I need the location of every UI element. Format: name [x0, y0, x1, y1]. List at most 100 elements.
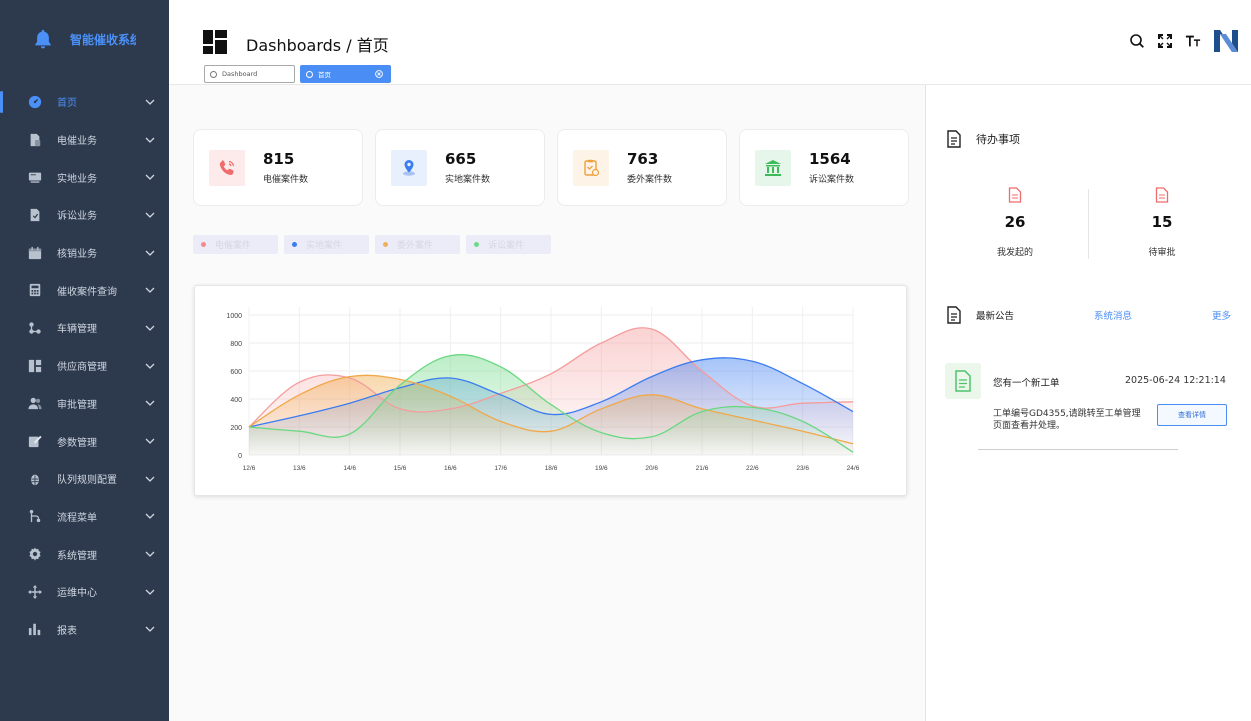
bar-chart-icon: [28, 622, 42, 636]
todo-item-pending-approval[interactable]: 15 待审批: [1092, 187, 1232, 258]
sidebar-item-writeoff-business[interactable]: 核销业务: [0, 234, 169, 272]
chevron-down-icon: [145, 513, 155, 520]
legend-item-phone[interactable]: 电催案件: [193, 235, 278, 254]
sidebar-item-queue-rules[interactable]: 队列规则配置: [0, 460, 169, 498]
stat-card-outsourced-cases[interactable]: 763 委外案件数: [557, 129, 727, 206]
phone-icon: [209, 150, 245, 186]
chevron-down-icon: [145, 212, 155, 218]
sidebar-item-approval-management[interactable]: 审批管理: [0, 385, 169, 423]
x-tick-label: 13/6: [293, 465, 306, 472]
chevron-down-icon: [145, 627, 155, 633]
stat-card-lawsuit-cases[interactable]: 1564 诉讼案件数: [739, 129, 909, 206]
y-tick-label: 800: [230, 341, 242, 348]
divider: [978, 449, 1178, 450]
bell-icon: [35, 29, 51, 49]
close-icon[interactable]: [375, 70, 383, 78]
sidebar-item-reports[interactable]: 报表: [0, 611, 169, 649]
stat-label: 诉讼案件数: [809, 175, 855, 185]
sidebar-item-case-query[interactable]: 催收案件查询: [0, 271, 169, 309]
sidebar: 智能催收系统 首页 电催业务 实地业务 诉讼业务 核销业务 催收案件查询 车辆管…: [0, 0, 169, 721]
x-tick-label: 12/6: [243, 465, 256, 472]
stat-value: 665: [445, 150, 477, 168]
x-tick-label: 15/6: [394, 465, 407, 472]
legend-dot: [201, 242, 206, 247]
tab-home[interactable]: 首页: [300, 65, 391, 83]
sidebar-item-ops-center[interactable]: 运维中心: [0, 573, 169, 611]
chevron-down-icon: [145, 287, 155, 294]
stat-card-phone-cases[interactable]: 815 电催案件数: [193, 129, 363, 206]
chevron-down-icon: [145, 551, 155, 558]
tab-bar: Dashboard 首页: [204, 65, 391, 83]
cases-trend-chart: 0 200 400 600 800 1000 12/6 13/6 14/6 15/6 16/6 17/…: [194, 285, 907, 496]
stat-label: 实地案件数: [445, 175, 491, 185]
tab-label: Dashboard: [222, 70, 258, 78]
page-title: Dashboards / 首页: [246, 36, 389, 55]
y-tick-label: 600: [230, 369, 242, 376]
sidebar-menu: 首页 电催业务 实地业务 诉讼业务 核销业务 催收案件查询 车辆管理 供应商管理…: [0, 83, 169, 648]
y-tick-label: 1000: [226, 313, 242, 320]
bug-icon: [28, 472, 42, 486]
system-messages-link[interactable]: 系统消息: [1094, 308, 1132, 322]
legend-item-outsourced[interactable]: 委外案件: [375, 235, 460, 254]
sidebar-item-process-menu[interactable]: 流程菜单: [0, 498, 169, 536]
sidebar-item-supplier-management[interactable]: 供应商管理: [0, 347, 169, 385]
sidebar-item-home[interactable]: 首页: [0, 83, 169, 121]
file-text-icon: [945, 363, 981, 399]
todo-label: 待审批: [1148, 248, 1176, 258]
legend-item-field[interactable]: 实地案件: [284, 235, 369, 254]
stat-cards: 815 电催案件数 665 实地案件数 763 委外案件数 1564 诉讼案件数: [193, 129, 909, 206]
legend-dot: [474, 242, 479, 247]
todo-item-initiated[interactable]: 26 我发起的: [945, 187, 1085, 258]
right-panel: 待办事项 26 我发起的 15 待审批 最新公告 系统消息 更多 您有一个新工单…: [925, 85, 1251, 721]
y-tick-label: 0: [238, 453, 242, 460]
todo-count: 15: [1151, 213, 1173, 231]
sidebar-item-phone-collection[interactable]: 电催业务: [0, 121, 169, 159]
move-arrows-icon: [28, 584, 42, 599]
chevron-down-icon: [145, 438, 155, 444]
stat-card-field-cases[interactable]: 665 实地案件数: [375, 129, 545, 206]
chevron-down-icon: [145, 400, 155, 407]
x-tick-label: 21/6: [696, 465, 709, 472]
sidebar-item-field-business[interactable]: 实地业务: [0, 158, 169, 196]
phone-doc-icon: [28, 133, 42, 147]
todo-header: 待办事项: [946, 130, 1020, 148]
header-actions: [1129, 28, 1239, 54]
stat-label: 电催案件数: [263, 175, 309, 185]
todo-title: 待办事项: [976, 133, 1020, 146]
more-link[interactable]: 更多: [1212, 308, 1231, 322]
x-tick-label: 24/6: [847, 465, 860, 472]
chevron-down-icon: [145, 325, 155, 331]
chevron-down-icon: [145, 250, 155, 256]
font-size-icon[interactable]: [1185, 33, 1201, 49]
sidebar-item-lawsuit-business[interactable]: 诉讼业务: [0, 196, 169, 234]
legend-item-lawsuit[interactable]: 诉讼案件: [466, 235, 551, 254]
stat-value: 815: [263, 150, 295, 168]
brand-logo-icon[interactable]: [1213, 28, 1239, 54]
circle-icon: [306, 70, 313, 78]
tab-dashboard[interactable]: Dashboard: [204, 65, 295, 83]
sidebar-item-parameter-management[interactable]: 参数管理: [0, 422, 169, 460]
sidebar-item-system-management[interactable]: 系统管理: [0, 535, 169, 573]
brand-title: 智能催收系统: [70, 32, 136, 47]
notice-header: 最新公告 系统消息 更多: [946, 305, 1236, 325]
document-icon: [947, 306, 961, 324]
field-visit-icon: [28, 170, 42, 184]
x-tick-label: 22/6: [746, 465, 759, 472]
x-tick-label: 20/6: [645, 465, 658, 472]
chart-legend: 电催案件 实地案件 委外案件 诉讼案件: [193, 235, 551, 254]
nodes-icon: [28, 321, 42, 335]
chevron-down-icon: [145, 589, 155, 595]
brand[interactable]: 智能催收系统: [0, 24, 169, 54]
calculator-icon: [28, 283, 42, 297]
y-tick-label: 200: [230, 425, 242, 432]
sidebar-item-vehicle-management[interactable]: 车辆管理: [0, 309, 169, 347]
x-tick-label: 14/6: [343, 465, 356, 472]
fullscreen-icon[interactable]: [1157, 33, 1173, 49]
view-details-button[interactable]: 查看详情: [1157, 404, 1227, 426]
lawsuit-doc-icon: [28, 208, 42, 222]
dashboard-gauge-icon: [28, 95, 42, 109]
chevron-down-icon: [145, 137, 155, 143]
todo-label: 我发起的: [996, 248, 1033, 258]
search-icon[interactable]: [1129, 33, 1145, 49]
main-content: 815 电催案件数 665 实地案件数 763 委外案件数 1564 诉讼案件数: [169, 85, 925, 721]
